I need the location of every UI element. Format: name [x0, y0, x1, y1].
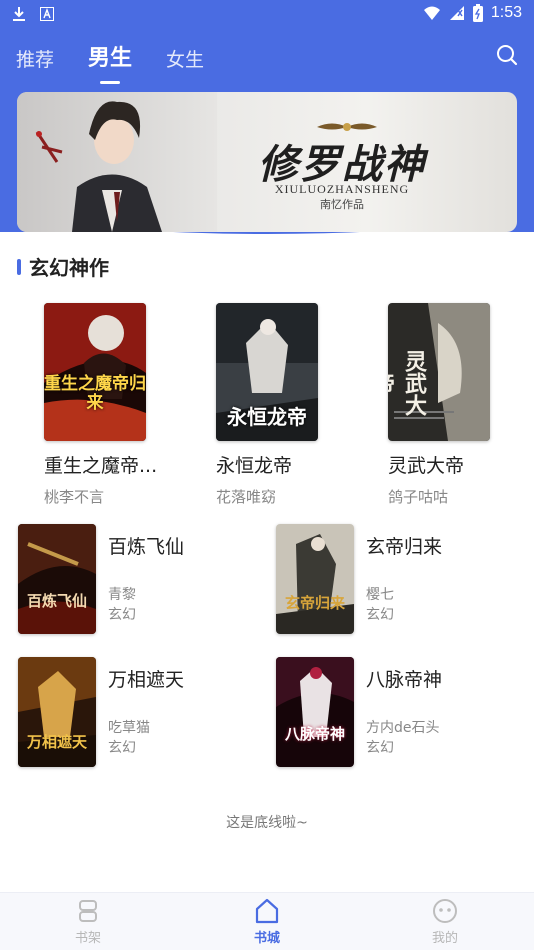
list-book-item[interactable]: 八脉帝神 八脉帝神 方内de石头 玄幻 [276, 657, 516, 767]
signal-icon [449, 6, 464, 20]
cover-title: 万相遮天 [26, 733, 87, 751]
book-cover: 永恒龙帝 [216, 303, 318, 441]
section-accent-bar [17, 258, 21, 275]
tab-female[interactable]: 女生 [166, 45, 204, 76]
cover-title: 百炼飞仙 [26, 592, 87, 610]
book-title: 万相遮天 [108, 669, 185, 691]
list-book-item[interactable]: 百炼飞仙 百炼飞仙 青黎 玄幻 [18, 524, 258, 634]
book-title: 玄帝归来 [366, 536, 443, 558]
bottom-nav: 书架 书城 我的 [0, 892, 534, 950]
status-time: 1:53 [490, 4, 522, 21]
bottom-nav-label: 书城 [253, 931, 280, 946]
bottom-nav-store[interactable]: 书城 [217, 897, 317, 946]
book-genre: 玄幻 [108, 740, 136, 756]
book-cover: 万相遮天 [18, 657, 96, 767]
book-author: 吃草猫 [108, 720, 150, 736]
tab-recommend[interactable]: 推荐 [16, 45, 54, 76]
book-genre: 玄幻 [366, 740, 394, 756]
book-title: 永恒龙帝 [216, 455, 293, 477]
section-title: 玄幻神作 [29, 256, 109, 280]
app-notification-icon [40, 7, 54, 21]
book-title: 八脉帝神 [366, 669, 443, 691]
book-author: 桃李不言 [44, 488, 105, 506]
cover-title: 八脉帝神 [284, 725, 345, 743]
book-author: 花落唯窈 [216, 488, 277, 506]
bottom-nav-label: 我的 [431, 931, 458, 946]
book-cover: 玄帝归来 [276, 524, 354, 634]
book-author: 青黎 [108, 587, 136, 603]
featured-book-card[interactable]: 灵武大帝 灵武大帝 鸽子咕咕 [388, 303, 534, 507]
bottom-nav-bookshelf[interactable]: 书架 [38, 897, 138, 946]
cover-title: 永恒龙帝 [227, 405, 307, 429]
book-author: 方内de石头 [366, 720, 440, 736]
book-cover: 八脉帝神 [276, 657, 354, 767]
featured-book-card[interactable]: 重生之魔帝归来 重生之魔帝... 桃李不言 [44, 303, 194, 507]
book-cover: 重生之魔帝归来 [44, 303, 146, 441]
promo-banner[interactable]: 修罗战神 XIULUOZHANSHENG 南忆作品 [17, 92, 517, 232]
tab-male[interactable]: 男生 [88, 40, 132, 84]
bookshelf-icon [79, 900, 97, 922]
list-book-item[interactable]: 万相遮天 万相遮天 吃草猫 玄幻 [18, 657, 258, 767]
wifi-icon [423, 6, 440, 20]
featured-book-card[interactable]: 永恒龙帝 永恒龙帝 花落唯窈 [216, 303, 366, 507]
end-of-list-note: 这是底线啦~ [226, 815, 308, 831]
profile-icon [433, 899, 457, 923]
book-genre: 玄幻 [108, 607, 136, 623]
status-bar: 1:53 [0, 0, 534, 30]
list-book-item[interactable]: 玄帝归来 玄帝归来 樱七 玄幻 [276, 524, 516, 634]
book-author: 鸽子咕咕 [388, 488, 449, 506]
banner-illustration [17, 92, 217, 232]
section-header: 玄幻神作 [17, 252, 109, 281]
cover-title: 重生之魔帝归来 [44, 374, 146, 413]
download-icon [13, 7, 25, 21]
battery-icon [472, 4, 483, 22]
book-title: 重生之魔帝... [44, 455, 158, 477]
book-title: 百炼飞仙 [108, 536, 185, 558]
top-nav-tabs: 推荐 男生 女生 [16, 40, 238, 84]
book-title: 灵武大帝 [388, 455, 465, 477]
book-cover: 百炼飞仙 [18, 524, 96, 634]
bottom-nav-profile[interactable]: 我的 [395, 897, 495, 946]
banner-author: 南忆作品 [320, 198, 364, 211]
home-icon [255, 898, 279, 924]
search-icon[interactable] [496, 44, 518, 66]
bottom-nav-label: 书架 [74, 931, 101, 946]
cover-title: 玄帝归来 [284, 594, 345, 612]
book-cover: 灵武大帝 [388, 303, 490, 441]
cover-title: 灵武大帝 [388, 350, 427, 416]
banner-pinyin: XIULUOZHANSHENG [274, 182, 410, 196]
book-author: 樱七 [366, 587, 394, 603]
book-genre: 玄幻 [366, 607, 394, 623]
